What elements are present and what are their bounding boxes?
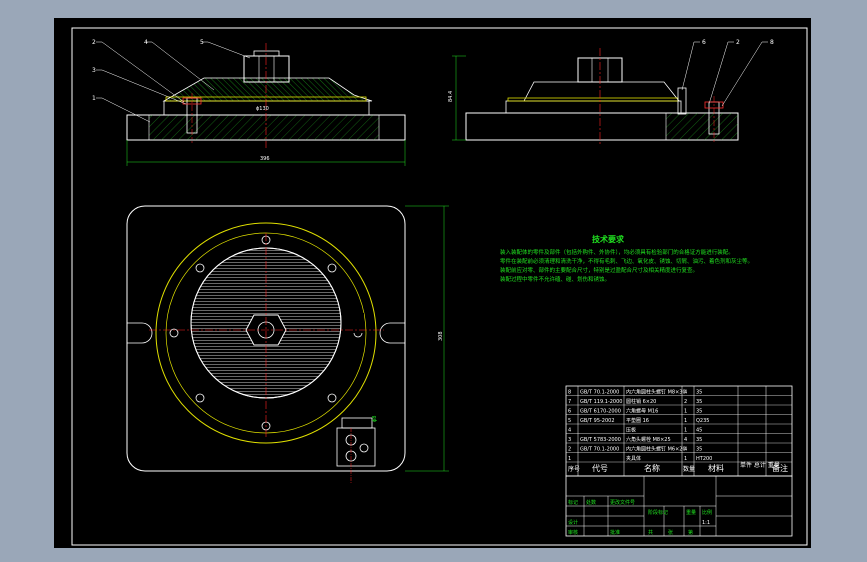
parts-cell: 35 [696, 437, 702, 443]
title-block: 标记 处数 更改文件号 设计 审核 批准 阶段标记 重量 比例 1:1 共 张 … [565, 475, 793, 537]
parts-cell: 2 [684, 399, 687, 405]
parts-cell: 35 [696, 447, 702, 453]
tech-note-2: 零件在装配前必须清理和清洗干净，不得有毛刺、飞边、氧化皮、锈蚀、切屑、油污、着色… [500, 257, 753, 265]
balloon-side-2: 2 [736, 39, 740, 46]
parts-cell: 压板 [626, 427, 636, 434]
parts-cell: 1 [568, 456, 571, 462]
tb-design: 设计 [568, 519, 578, 526]
parts-cell: 35 [696, 390, 702, 396]
tb-mark: 标记 [568, 499, 578, 506]
front-width-dim: 396 [260, 156, 270, 162]
balloon-front-4: 3 [92, 67, 96, 74]
clamp-plate [162, 77, 373, 102]
plan-height-dim: 308 [438, 331, 444, 341]
front-inner-dim: ϕ130 [256, 106, 269, 112]
parts-cell: 平垫圈 16 [626, 417, 649, 424]
tech-note-4: 装配过程中零件不允许磕、碰、划伤和锈蚀。 [500, 275, 610, 283]
tb-scale: 1:1 [702, 520, 710, 526]
tb-change: 更改文件号 [610, 499, 635, 506]
plan-locating-block [336, 427, 376, 467]
slot-right [379, 322, 405, 344]
hdr-material: 材料 [708, 463, 724, 473]
balloon-front-5: 1 [92, 95, 96, 102]
tb-weight: 重量 [686, 509, 696, 516]
parts-cell: 35 [696, 399, 702, 405]
side-height-dim: 84.4 [448, 91, 454, 102]
hdr-remark: 备注 [772, 463, 788, 473]
tech-note-3: 装配前应对零、部件的主要配合尺寸，特别是过盈配合尺寸及相关精度进行复查。 [500, 266, 698, 274]
balloon-front-3: 5 [200, 39, 204, 46]
side-washer [507, 97, 679, 102]
hdr-seq: 序号 [568, 465, 580, 473]
side-section-hatch [665, 112, 739, 141]
parts-cell: GB/T 6170-2000 [580, 409, 621, 415]
tb-review: 审核 [568, 529, 578, 536]
technical-requirements: 技术要求 装入装配体的零件及部件（包括外购件、外协件），均必须具有检验部门的合格… [500, 234, 753, 283]
balloon-side-1: 6 [702, 39, 706, 46]
parts-cell: 圆柱销 6×20 [626, 398, 656, 405]
parts-cell: 35 [696, 409, 702, 415]
side-view: 84.4 6 2 8 [448, 39, 774, 146]
front-section-view: 396 ϕ130 2 4 5 3 1 [92, 39, 406, 166]
parts-cell: 4 [568, 428, 571, 434]
parts-cell: GB/T 70.1-2000 [580, 447, 619, 453]
parts-cell: GB/T 119.1-2000 [580, 399, 622, 405]
parts-cell: 1 [684, 409, 687, 415]
tb-stage: 阶段标记 [648, 509, 668, 516]
parts-cell: 4 [684, 390, 687, 396]
hdr-name: 名称 [644, 463, 660, 473]
parts-cell: 1 [684, 428, 687, 434]
parts-cell: GB/T 95-2002 [580, 418, 615, 424]
balloon-front-2: 4 [144, 39, 148, 46]
tb-total: 共 [648, 529, 653, 536]
tech-notes-title: 技术要求 [592, 234, 625, 244]
balloon-side-3: 8 [770, 39, 774, 46]
balloon-front-1: 2 [92, 39, 96, 46]
parts-list: 8 GB/T 70.1-2000 内六角圆柱头螺钉 M8×304 357 GB/T 11… [565, 385, 793, 477]
parts-cell: 4 [684, 437, 687, 443]
parts-cell: GB/T 70.1-2000 [580, 390, 619, 396]
stud-end [253, 50, 280, 57]
parts-cell: 内六角圆柱头螺钉 M6×20 [626, 446, 686, 453]
parts-cell: 3 [568, 437, 571, 443]
parts-cell: 45 [696, 428, 702, 434]
tb-sheet-no: 第 [688, 529, 693, 536]
parts-cell: 5 [568, 418, 571, 424]
tb-count: 处数 [586, 499, 596, 506]
parts-cell: 4 [684, 447, 687, 453]
drawing-sheet: 396 ϕ130 2 4 5 3 1 84.4 6 2 8 308 ϕ8 技术要… [54, 18, 811, 548]
slot-left [127, 322, 153, 344]
base-section-hatch [148, 114, 380, 141]
parts-cell: 夹具体 [626, 455, 641, 462]
parts-cell: 六角螺母 M16 [626, 408, 658, 415]
drawing-border [71, 27, 808, 546]
parts-cell: 6 [568, 409, 571, 415]
parts-cell: 8 [568, 390, 571, 396]
parts-cell: 2 [568, 447, 571, 453]
parts-cell: 7 [568, 399, 571, 405]
parts-cell: 内六角圆柱头螺钉 M8×30 [626, 389, 686, 396]
parts-cell: Q235 [696, 418, 709, 424]
tech-note-1: 装入装配体的零件及部件（包括外购件、外协件），均必须具有检验部门的合格证方能进行… [500, 248, 734, 256]
parts-cell: GB/T 5783-2000 [580, 437, 621, 443]
svg-text:ϕ8: ϕ8 [372, 416, 378, 422]
tb-sheets: 张 [668, 529, 673, 536]
tb-approve: 批准 [610, 529, 620, 536]
hdr-code: 代号 [592, 463, 608, 473]
side-pad [505, 100, 682, 114]
parts-cell: 六角头螺栓 M8×25 [626, 436, 671, 443]
plan-view: 308 ϕ8 [126, 205, 449, 483]
cad-drawing: 396 ϕ130 2 4 5 3 1 84.4 6 2 8 308 ϕ8 技术要… [71, 27, 808, 546]
tb-scale-label: 比例 [702, 509, 712, 516]
parts-cell: 1 [684, 418, 687, 424]
parts-cell: HT200 [696, 456, 712, 462]
parts-cell: 1 [684, 456, 687, 462]
hdr-qty: 数量 [683, 465, 695, 473]
